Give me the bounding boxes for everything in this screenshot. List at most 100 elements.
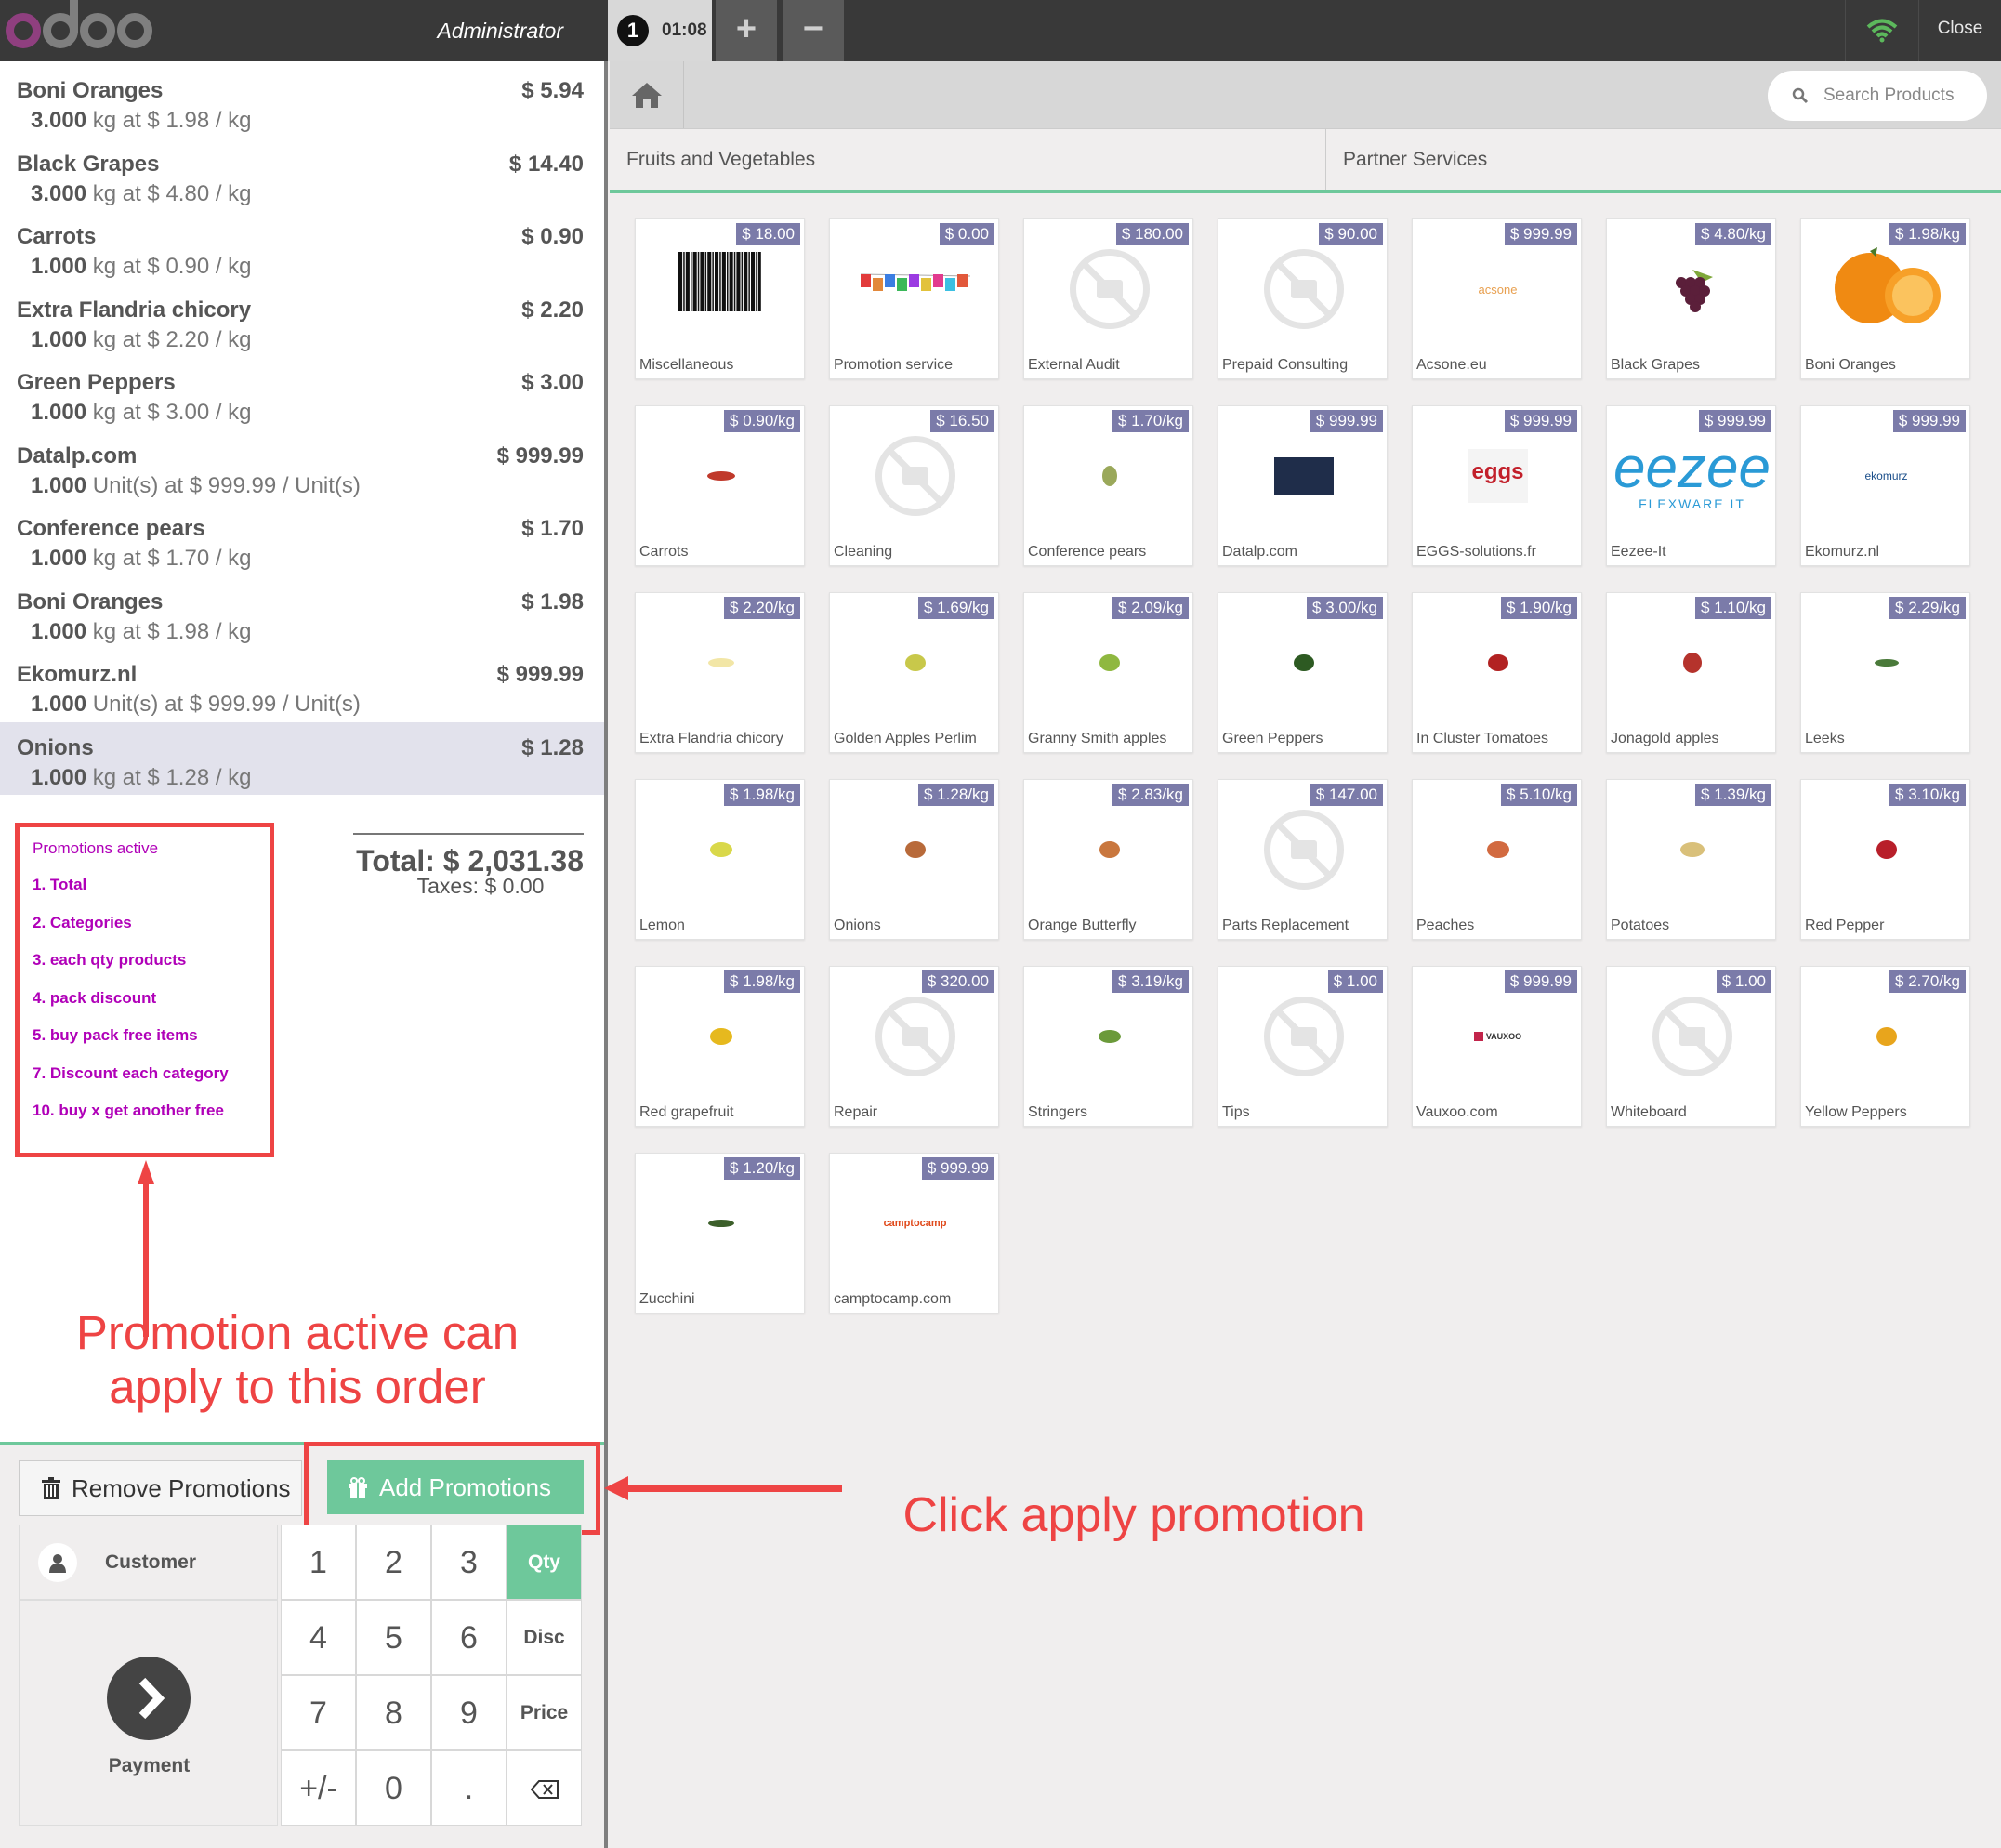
orderline[interactable]: Datalp.com $ 999.99 1.000 Unit(s) at $ 999… xyxy=(0,430,604,503)
product-name: Orange Butterfly xyxy=(1028,917,1137,933)
product-card[interactable]: $ 1.00 Tips xyxy=(1218,966,1388,1127)
product-price-tag: $ 999.99 xyxy=(1504,410,1577,432)
product-card[interactable]: $ 0.00 Promotion service xyxy=(829,218,999,379)
product-name: Datalp.com xyxy=(1222,544,1297,560)
new-order-button[interactable]: + xyxy=(716,0,777,61)
product-name: Extra Flandria chicory xyxy=(639,731,783,746)
product-card[interactable]: $ 90.00 Prepaid Consulting xyxy=(1218,218,1388,379)
numpad-2[interactable]: 2 xyxy=(356,1525,431,1600)
orderline[interactable]: Conference pears $ 1.70 1.000 kg at $ 1.70… xyxy=(0,503,604,575)
numpad-5[interactable]: 5 xyxy=(356,1600,431,1675)
product-card[interactable]: $ 2.29/kg Leeks xyxy=(1800,592,1970,753)
product-card[interactable]: VAUXOO $ 999.99 Vauxoo.com xyxy=(1412,966,1582,1127)
orderline-price: $ 14.40 xyxy=(508,151,584,177)
mode-qty-button[interactable]: Qty xyxy=(507,1525,582,1600)
orderline-info: 1.000 kg at $ 1.28 / kg xyxy=(31,765,584,791)
product-card[interactable]: $ 1.39/kg Potatoes xyxy=(1606,779,1776,940)
product-price-tag: $ 999.99 xyxy=(921,1157,994,1180)
product-card[interactable]: $ 1.20/kg Zucchini xyxy=(635,1153,805,1313)
product-card[interactable]: $ 1.00 Whiteboard xyxy=(1606,966,1776,1127)
numpad-9[interactable]: 9 xyxy=(431,1675,507,1750)
mode-disc-button[interactable]: Disc xyxy=(507,1600,582,1675)
product-card[interactable]: $ 1.28/kg Onions xyxy=(829,779,999,940)
orderline[interactable]: Extra Flandria chicory $ 2.20 1.000 kg at … xyxy=(0,284,604,357)
product-card[interactable]: $ 2.70/kg Yellow Peppers xyxy=(1800,966,1970,1127)
product-card[interactable]: $ 1.98/kg Red grapefruit xyxy=(635,966,805,1127)
product-price-tag: $ 999.99 xyxy=(1504,970,1577,993)
product-card[interactable]: $ 0.90/kg Carrots xyxy=(635,405,805,566)
numpad-dot[interactable]: . xyxy=(431,1750,507,1826)
customer-label: Customer xyxy=(105,1551,197,1573)
customer-button[interactable]: Customer xyxy=(19,1525,278,1600)
numpad-6[interactable]: 6 xyxy=(431,1600,507,1675)
product-card[interactable]: $ 999.99 Datalp.com xyxy=(1218,405,1388,566)
product-card[interactable]: ekomurz $ 999.99 Ekomurz.nl xyxy=(1800,405,1970,566)
payment-button[interactable]: Payment xyxy=(19,1600,278,1826)
product-card[interactable]: $ 1.10/kg Jonagold apples xyxy=(1606,592,1776,753)
product-price-tag: $ 1.00 xyxy=(1716,970,1771,993)
category-partner-services[interactable]: Partner Services xyxy=(1326,129,1977,191)
product-card[interactable]: camptocamp $ 999.99 camptocamp.com xyxy=(829,1153,999,1313)
product-card[interactable]: $ 3.19/kg Stringers xyxy=(1023,966,1193,1127)
product-name: Black Grapes xyxy=(1611,357,1701,373)
numpad-1[interactable]: 1 xyxy=(281,1525,356,1600)
orderline[interactable]: Ekomurz.nl $ 999.99 1.000 Unit(s) at $ 999… xyxy=(0,649,604,721)
product-card[interactable]: $ 2.20/kg Extra Flandria chicory xyxy=(635,592,805,753)
product-card[interactable]: $ 3.00/kg Green Peppers xyxy=(1218,592,1388,753)
numpad-3[interactable]: 3 xyxy=(431,1525,507,1600)
numpad-sign[interactable]: +/- xyxy=(281,1750,356,1826)
product-price-tag: $ 999.99 xyxy=(1310,410,1383,432)
product-card[interactable]: $ 18.00 Miscellaneous xyxy=(635,218,805,379)
remove-promotions-button[interactable]: Remove Promotions xyxy=(19,1460,302,1516)
orderline[interactable]: Carrots $ 0.90 1.000 kg at $ 0.90 / kg xyxy=(0,211,604,284)
product-card[interactable]: $ 2.09/kg Granny Smith apples xyxy=(1023,592,1193,753)
numpad-0[interactable]: 0 xyxy=(356,1750,431,1826)
category-fruits-vegetables[interactable]: Fruits and Vegetables xyxy=(610,129,1325,191)
product-card[interactable]: $ 3.10/kg Red Pepper xyxy=(1800,779,1970,940)
delete-order-button[interactable]: − xyxy=(783,0,844,61)
orderline-info: 1.000 kg at $ 1.70 / kg xyxy=(31,546,584,572)
backspace-button[interactable] xyxy=(507,1750,582,1826)
product-price-tag: $ 0.00 xyxy=(939,223,994,245)
product-card[interactable]: $ 1.98/kg Lemon xyxy=(635,779,805,940)
product-card[interactable]: $ 1.69/kg Golden Apples Perlim xyxy=(829,592,999,753)
numpad-7[interactable]: 7 xyxy=(281,1675,356,1750)
camptocamp-logo-icon: camptocamp xyxy=(883,1218,947,1229)
product-card[interactable]: $ 2.83/kg Orange Butterfly xyxy=(1023,779,1193,940)
product-card[interactable]: $ 180.00 External Audit xyxy=(1023,218,1193,379)
orderline[interactable]: Black Grapes $ 14.40 3.000 kg at $ 4.80 / … xyxy=(0,139,604,211)
product-card[interactable]: eezee FLEXWARE IT $ 999.99 Eezee-It xyxy=(1606,405,1776,566)
mode-price-button[interactable]: Price xyxy=(507,1675,582,1750)
product-card[interactable]: eggs $ 999.99 EGGS-solutions.fr xyxy=(1412,405,1582,566)
product-card[interactable]: $ 1.70/kg Conference pears xyxy=(1023,405,1193,566)
orderline[interactable]: Boni Oranges $ 5.94 3.000 kg at $ 1.98 / k… xyxy=(0,65,604,138)
product-card[interactable]: $ 4.80/kg Black Grapes xyxy=(1606,218,1776,379)
product-card[interactable]: $ 5.10/kg Peaches xyxy=(1412,779,1582,940)
orderline-unit-price: kg at $ 1.70 / kg xyxy=(92,546,252,571)
orderline[interactable]: Boni Oranges $ 1.98 1.000 kg at $ 1.98 / k… xyxy=(0,576,604,649)
promotion-note-line1: Promotion active can xyxy=(75,1306,520,1359)
numpad-8[interactable]: 8 xyxy=(356,1675,431,1750)
onions-icon xyxy=(904,841,926,858)
orderline[interactable]: Onions $ 1.28 1.000 kg at $ 1.28 / kg xyxy=(0,721,604,795)
orderline-product-name: Onions xyxy=(17,734,94,760)
product-card[interactable]: $ 320.00 Repair xyxy=(829,966,999,1127)
username[interactable]: Administrator xyxy=(400,0,604,61)
home-button[interactable] xyxy=(610,61,684,128)
promotion-item: 7. Discount each category xyxy=(33,1063,229,1082)
zucchini-icon xyxy=(707,1220,734,1227)
golden-apples-icon xyxy=(904,654,926,671)
close-button[interactable]: Close xyxy=(1918,0,2001,61)
product-card[interactable]: acsone $ 999.99 Acsone.eu xyxy=(1412,218,1582,379)
product-card[interactable]: $ 1.98/kg Boni Oranges xyxy=(1800,218,1970,379)
product-price-tag: $ 1.10/kg xyxy=(1695,597,1771,619)
product-card[interactable]: $ 147.00 Parts Replacement xyxy=(1218,779,1388,940)
remove-promotions-label: Remove Promotions xyxy=(72,1473,291,1502)
numpad-4[interactable]: 4 xyxy=(281,1600,356,1675)
lemon-icon xyxy=(709,842,732,857)
product-card[interactable]: $ 1.90/kg In Cluster Tomatoes xyxy=(1412,592,1582,753)
product-card[interactable]: $ 16.50 Cleaning xyxy=(829,405,999,566)
order-tab[interactable]: 1 01:08 xyxy=(608,0,712,61)
orderline[interactable]: Green Peppers $ 3.00 1.000 kg at $ 3.00 / … xyxy=(0,357,604,429)
search-input[interactable]: Search Products xyxy=(1768,71,1987,121)
